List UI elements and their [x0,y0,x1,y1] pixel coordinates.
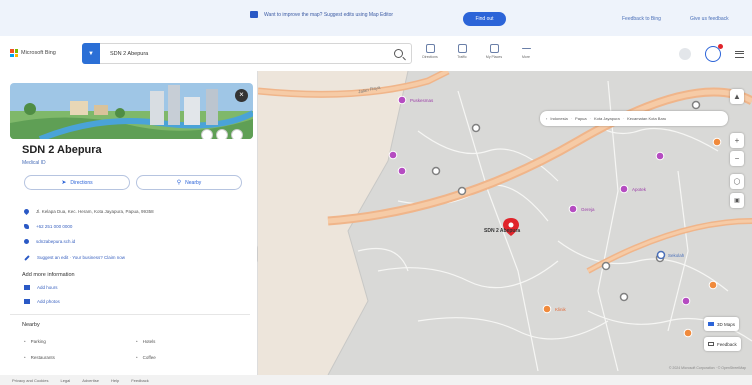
website-row[interactable]: sdn2abepura.sch.id [24,239,75,244]
layers-icon[interactable]: ▲ [730,89,744,104]
location-pin-icon [22,207,31,216]
pencil-icon [24,254,30,261]
footer: Privacy and Cookies Legal Advertise Help… [0,375,752,385]
zoom-in-button[interactable]: + [730,133,744,148]
nearby-icon: ⚲ [176,180,182,186]
3d-icon [708,322,714,326]
selected-place-label[interactable]: SDN 2 Abepura [484,228,520,234]
banner-text: Want to improve the map? Suggest edits u… [264,11,394,18]
phone-icon [24,224,29,229]
microsoft-logo-icon [10,49,18,57]
footer-link[interactable]: Legal [60,378,70,383]
poi-label[interactable]: Sekolah [668,253,684,258]
footer-link[interactable]: Help [111,378,119,383]
add-photos-link[interactable]: Add photos [24,299,60,304]
top-banner: Want to improve the map? Suggest edits u… [0,0,752,36]
poi-label[interactable]: Gereja [581,207,595,212]
map-editor-icon [250,11,258,18]
avatar[interactable] [705,44,723,62]
breadcrumb-item[interactable]: Papua [575,116,587,121]
add-more-title: Add more information [22,272,75,278]
banner-link-feedback-bing[interactable]: Feedback to Bing [622,16,661,22]
tool-directions[interactable]: Directions [420,44,440,59]
close-icon[interactable]: × [235,89,248,102]
place-hero-image: × [10,83,253,139]
tool-traffic[interactable]: Traffic [452,44,472,59]
poi-label[interactable]: Apotek [632,187,646,192]
back-icon[interactable]: ‹ [546,116,547,121]
breadcrumb-item[interactable]: Kota Jayapura [594,116,620,121]
bing-logo[interactable]: Microsoft Bing [10,49,56,57]
banner-link-give-feedback[interactable]: Give us feedback [690,16,729,22]
footer-link[interactable]: Feedback [131,378,149,383]
clock-icon [24,285,30,290]
tool-my-places[interactable]: My Places [484,44,504,59]
search-box[interactable]: ▼ SDN 2 Abepura [82,43,412,64]
poi-label[interactable]: Puskesmas [410,98,433,103]
brand-name: Microsoft Bing [21,50,56,56]
share-icon[interactable] [201,129,213,139]
add-hours-link[interactable]: Add hours [24,285,58,290]
save-icon[interactable] [216,129,228,139]
hero-actions [201,129,243,139]
feedback-icon [708,342,714,346]
poi-label[interactable]: Klinik [555,307,566,312]
tool-more[interactable]: More [516,44,536,59]
more-options-icon[interactable] [231,129,243,139]
suggest-edit-row[interactable]: Suggest an edit · Your business? Claim n… [24,254,125,261]
my-places-icon [489,44,499,53]
rewards-icon[interactable] [679,48,691,60]
address-row: Jl. Kelapa Dua, Kec. Heram, Kota Jayapur… [22,207,154,216]
globe-icon [24,239,29,244]
footer-link[interactable]: Advertise [82,378,99,383]
phone-row[interactable]: +62 251 000 0000 [24,224,72,229]
breadcrumb-item[interactable]: Kecamatan Kota Baru [627,116,666,121]
nearby-title: Nearby [22,322,40,328]
nearby-item-restaurants[interactable]: Restaurants [24,355,55,360]
section-divider [10,314,250,315]
location-breadcrumb: ‹ Indonesia · Papua · Kota Jayapura · Ke… [540,111,728,126]
map-tools: Directions Traffic My Places More [420,44,536,59]
locate-me-icon[interactable]: ◯ [730,174,744,189]
place-panel: × SDN 2 Abepura Medical ID ➤ Directions … [0,71,258,375]
banner-message: Want to improve the map? Suggest edits u… [250,11,393,18]
hamburger-menu-icon[interactable] [735,50,744,58]
directions-icon: ➤ [61,180,67,186]
3d-maps-button[interactable]: 3D Maps [704,317,740,331]
banner-find-out-button[interactable]: Find out [463,12,506,26]
nearby-item-hotels[interactable]: Hotels [136,339,156,344]
more-icon [521,48,531,49]
place-category[interactable]: Medical ID [22,160,46,166]
search-icon[interactable] [394,49,403,58]
footer-link[interactable]: Privacy and Cookies [12,378,48,383]
location-tag-icon[interactable]: ▼ [82,43,100,64]
photo-icon [24,299,30,304]
nearby-item-parking[interactable]: Parking [24,339,46,344]
streetside-icon[interactable]: ▣ [730,193,744,208]
place-title: SDN 2 Abepura [22,144,102,156]
nearby-button[interactable]: ⚲ Nearby [136,175,242,190]
directions-icon [425,44,435,53]
header: Microsoft Bing ▼ SDN 2 Abepura Direction… [0,36,752,71]
map-attribution: © 2024 Microsoft Corporation · © OpenStr… [668,366,746,370]
zoom-out-button[interactable]: − [730,151,744,166]
nearby-item-coffee[interactable]: Coffee [136,355,156,360]
header-right [679,44,744,62]
search-input[interactable]: SDN 2 Abepura [110,51,394,57]
traffic-icon [457,44,467,53]
directions-button[interactable]: ➤ Directions [24,175,130,190]
breadcrumb-item[interactable]: Indonesia [550,116,567,121]
feedback-button[interactable]: Feedback [704,337,741,351]
